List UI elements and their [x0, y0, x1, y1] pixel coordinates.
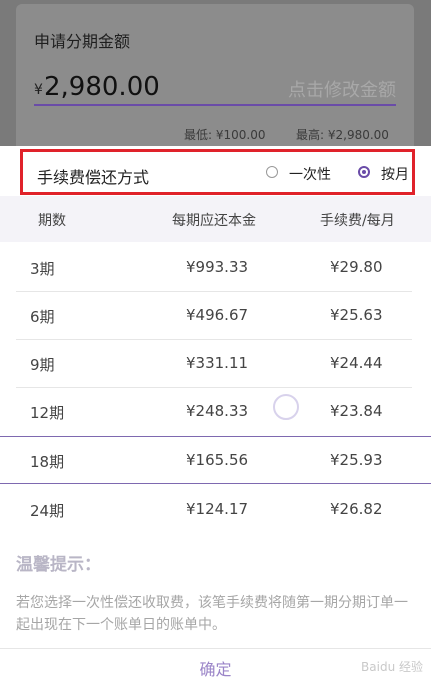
- row-period: 3期: [30, 260, 55, 278]
- table-row[interactable]: 6期 ¥496.67 ¥25.63: [0, 292, 431, 340]
- amount-underline: [34, 104, 396, 106]
- row-principal: ¥993.33: [186, 258, 249, 276]
- table-row-selected[interactable]: 18期 ¥165.56 ¥25.93: [0, 436, 431, 484]
- loading-spinner-icon: [273, 394, 299, 420]
- row-period: 9期: [30, 356, 55, 374]
- tip-text: 若您选择一次性偿还收取费，该笔手续费将随第一期分期订单一起出现在下一个账单日的账…: [16, 595, 408, 633]
- row-period: 18期: [30, 453, 65, 471]
- row-period: 6期: [30, 308, 55, 326]
- watermark: Baidu 经验: [361, 660, 423, 674]
- option-monthly[interactable]: 按月: [381, 164, 409, 184]
- table-row[interactable]: 24期 ¥124.17 ¥26.82: [0, 486, 431, 534]
- header-periods: 期数: [38, 213, 66, 229]
- row-principal: ¥165.56: [186, 451, 249, 469]
- amount-input[interactable]: 2,980.00: [44, 72, 160, 102]
- radio-monthly-icon[interactable]: [358, 166, 370, 178]
- row-principal: ¥496.67: [186, 306, 249, 324]
- row-fee: ¥24.44: [330, 354, 383, 372]
- amount-title: 申请分期金额: [34, 32, 131, 51]
- table-row[interactable]: 12期 ¥248.33 ¥23.84: [0, 388, 431, 436]
- row-fee: ¥26.82: [330, 500, 383, 518]
- fee-repayment-method: 手续费偿还方式 一次性 按月: [20, 149, 415, 195]
- table-header: 期数 每期应还本金 手续费/每月: [0, 196, 431, 242]
- fee-method-label: 手续费偿还方式: [37, 168, 150, 187]
- max-amount: 最高: ¥2,980.00: [296, 128, 389, 142]
- row-principal: ¥331.11: [186, 354, 249, 372]
- row-fee: ¥25.93: [330, 451, 383, 469]
- min-amount: 最低: ¥100.00: [184, 128, 266, 142]
- installment-sheet: 手续费偿还方式 一次性 按月 期数 每期应还本金 手续费/每月 3期 ¥993.…: [0, 146, 431, 692]
- amount-card: 申请分期金额 ¥ 2,980.00 点击修改金额 最低: ¥100.00 最高:…: [16, 4, 414, 150]
- header-fee: 手续费/每月: [320, 213, 395, 229]
- row-period: 24期: [30, 502, 65, 520]
- radio-once-icon[interactable]: [266, 166, 278, 178]
- table-row[interactable]: 3期 ¥993.33 ¥29.80: [0, 244, 431, 292]
- row-period: 12期: [30, 404, 65, 422]
- row-principal: ¥124.17: [186, 500, 249, 518]
- currency-symbol: ¥: [34, 82, 43, 98]
- option-once[interactable]: 一次性: [289, 164, 331, 184]
- header-principal: 每期应还本金: [172, 213, 256, 229]
- row-fee: ¥25.63: [330, 306, 383, 324]
- row-fee: ¥23.84: [330, 402, 383, 420]
- tip-title: 温馨提示：: [16, 555, 101, 575]
- modify-amount-hint[interactable]: 点击修改金额: [288, 76, 396, 102]
- row-principal: ¥248.33: [186, 402, 249, 420]
- row-fee: ¥29.80: [330, 258, 383, 276]
- table-row[interactable]: 9期 ¥331.11 ¥24.44: [0, 340, 431, 388]
